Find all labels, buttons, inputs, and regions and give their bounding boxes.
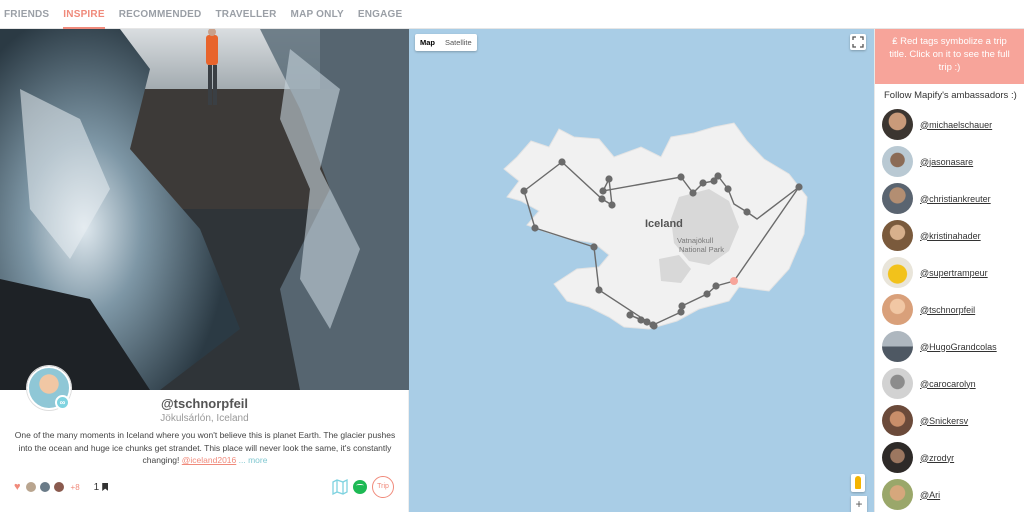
tab-recommended[interactable]: RECOMMENDED (119, 0, 202, 29)
post-hashtag-link[interactable]: @iceland2016 (182, 455, 236, 465)
post-photo[interactable] (0, 29, 409, 390)
fullscreen-icon[interactable] (850, 34, 866, 50)
post-footer: ♥ +8 1 Trip (14, 476, 394, 498)
ambassador-name[interactable]: @jasonasare (920, 157, 973, 167)
tag-icon: ₤ (892, 36, 898, 47)
saves-count-value: 1 (93, 481, 100, 493)
avatar[interactable] (882, 405, 913, 436)
post-location: Jökulsárlón, Iceland (160, 413, 249, 424)
ambassador-name[interactable]: @carocarolyn (920, 379, 976, 389)
ambassador-item[interactable]: @michaelschauer (875, 106, 1024, 143)
spotify-icon[interactable] (353, 480, 367, 494)
ambassador-name[interactable]: @HugoGrandcolas (920, 342, 997, 352)
ambassador-name[interactable]: @michaelschauer (920, 120, 992, 130)
ambassador-item[interactable]: @tschnorpfeil (875, 291, 1024, 328)
ambassador-item[interactable]: @zrodyr (875, 439, 1024, 476)
read-more-link[interactable]: ... more (239, 455, 268, 465)
ambassador-item[interactable]: @Snickersv (875, 402, 1024, 439)
avatar[interactable] (882, 257, 913, 288)
post-username[interactable]: @tschnorpfeil (0, 396, 409, 411)
post-card: ∞ @tschnorpfeil Jökulsárlón, Iceland One… (0, 366, 409, 512)
trip-map[interactable]: Iceland Vatnajökull National Park Map Sa… (409, 29, 874, 512)
trip-button[interactable]: Trip (372, 476, 394, 498)
saves-count[interactable]: 1 (94, 482, 109, 493)
liker-avatar[interactable] (52, 481, 65, 493)
ambassadors-sidebar: ₤ Red tags symbolize a trip title. Click… (874, 29, 1024, 512)
avatar[interactable] (882, 146, 913, 177)
liker-avatar[interactable] (38, 481, 51, 493)
map-label-park-1: Vatnajökull (677, 236, 713, 245)
ambassador-item[interactable]: @christiankreuter (875, 180, 1024, 217)
ambassador-name[interactable]: @supertrampeur (920, 268, 988, 278)
avatar[interactable] (882, 183, 913, 214)
avatar[interactable] (882, 479, 913, 510)
avatar[interactable] (882, 220, 913, 251)
map-label-iceland: Iceland (645, 218, 683, 230)
post-photo-image (0, 29, 409, 390)
ambassador-item[interactable]: @kristinahader (875, 217, 1024, 254)
post-actions: Trip (332, 476, 394, 498)
avatar[interactable] (882, 442, 913, 473)
tab-engage[interactable]: ENGAGE (358, 0, 403, 29)
avatar[interactable] (882, 368, 913, 399)
liker-avatar[interactable] (24, 481, 37, 493)
ambassador-item[interactable]: @Ari (875, 476, 1024, 513)
avatar[interactable] (882, 331, 913, 362)
tab-traveller[interactable]: TRAVELLER (215, 0, 276, 29)
ambassador-item[interactable]: @jasonasare (875, 143, 1024, 180)
tab-inspire[interactable]: INSPIRE (63, 0, 106, 29)
likes-extra-count[interactable]: +8 (71, 483, 80, 492)
ambassador-name[interactable]: @tschnorpfeil (920, 305, 975, 315)
map-type-satellite-button[interactable]: Satellite (440, 34, 477, 51)
ambassador-item[interactable]: @carocarolyn (875, 365, 1024, 402)
ambassador-name[interactable]: @Ari (920, 490, 940, 500)
folded-map-icon[interactable] (332, 479, 348, 495)
map-type-toggle: Map Satellite (415, 34, 477, 51)
map-canvas[interactable]: Iceland Vatnajökull National Park (409, 29, 874, 512)
heart-icon[interactable]: ♥ (14, 481, 21, 493)
tab-map-only[interactable]: MAP ONLY (291, 0, 344, 29)
tab-friends[interactable]: FRIENDS (4, 0, 49, 29)
zoom-in-button[interactable]: + (851, 496, 867, 512)
red-tags-info-text: Red tags symbolize a trip title. Click o… (889, 36, 1010, 73)
trip-title-marker (730, 277, 738, 285)
top-nav: FRIENDS INSPIRE RECOMMENDED TRAVELLER MA… (0, 0, 1024, 29)
red-tags-info: ₤ Red tags symbolize a trip title. Click… (875, 29, 1024, 84)
avatar[interactable] (882, 109, 913, 140)
post-caption: One of the many moments in Iceland where… (12, 429, 398, 467)
street-view-pegman-icon[interactable] (851, 474, 865, 492)
follow-title: Follow Mapify's ambassadors :) (884, 90, 1017, 101)
ambassador-item[interactable]: @supertrampeur (875, 254, 1024, 291)
map-label-park-2: National Park (679, 245, 724, 254)
ambassador-name[interactable]: @kristinahader (920, 231, 981, 241)
avatar[interactable] (882, 294, 913, 325)
ambassador-list: @michaelschauer @jasonasare @christiankr… (875, 106, 1024, 513)
map-type-map-button[interactable]: Map (415, 34, 440, 51)
bookmark-icon (102, 483, 109, 491)
ambassador-item[interactable]: @HugoGrandcolas (875, 328, 1024, 365)
ambassador-name[interactable]: @zrodyr (920, 453, 954, 463)
ambassador-name[interactable]: @Snickersv (920, 416, 968, 426)
ambassador-name[interactable]: @christiankreuter (920, 194, 991, 204)
